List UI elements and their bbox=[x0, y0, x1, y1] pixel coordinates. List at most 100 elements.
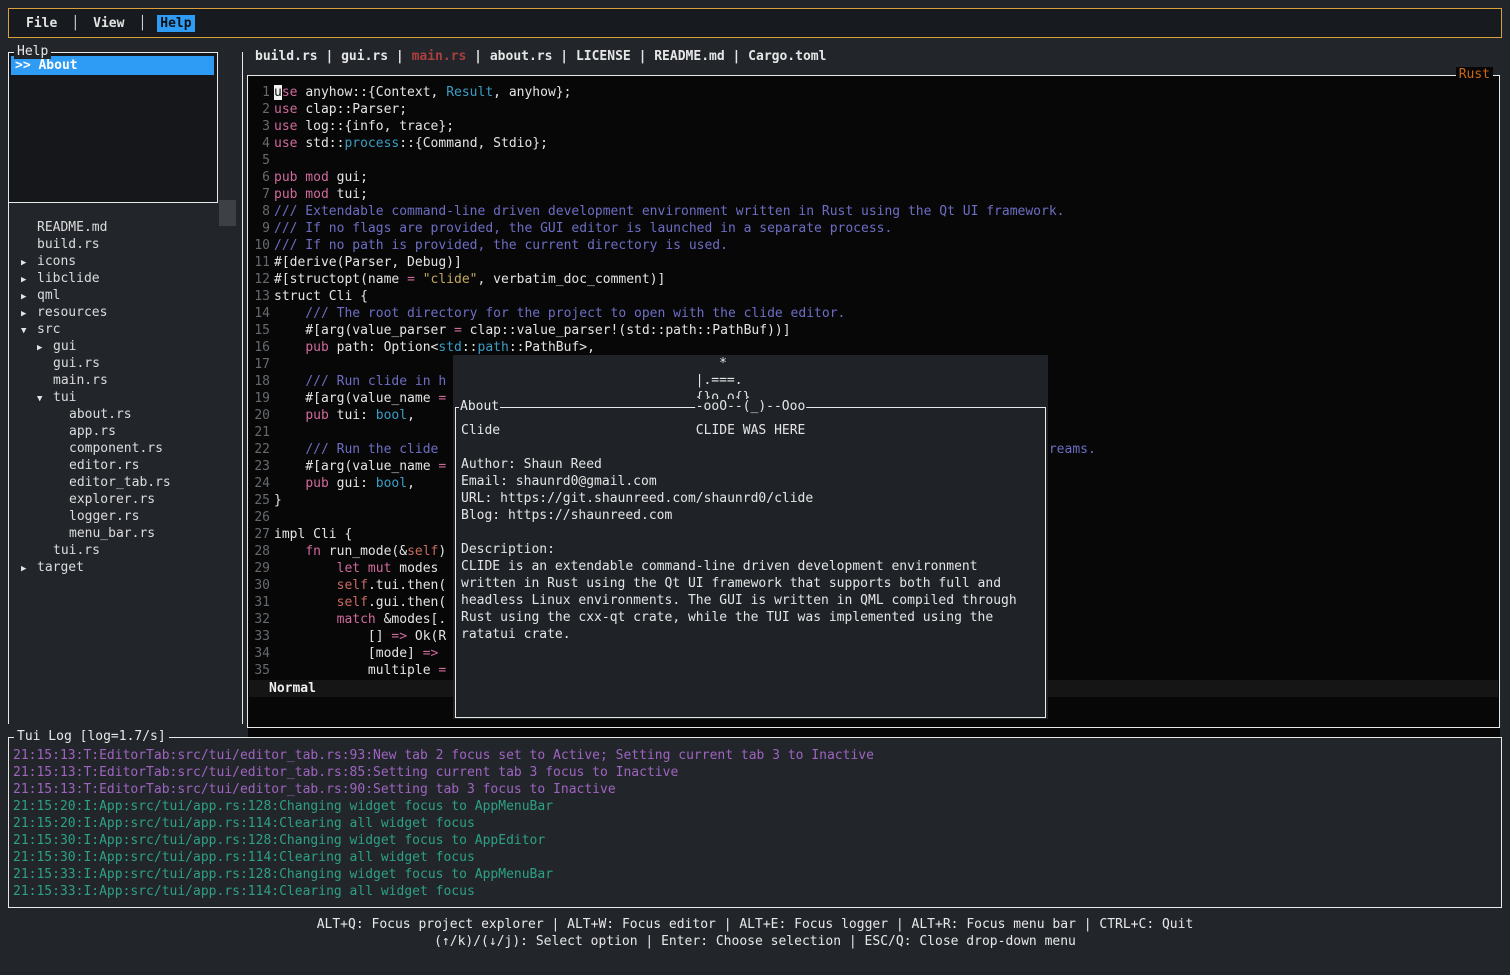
tab-separator: | bbox=[631, 49, 654, 67]
tree-item-src[interactable]: ▼src bbox=[9, 321, 242, 338]
tree-item-about-rs[interactable]: about.rs bbox=[9, 406, 242, 423]
tree-item-readme-md[interactable]: README.md bbox=[9, 219, 242, 236]
code-token: /// Run the clide bbox=[305, 442, 446, 457]
about-popup-line: Email: shaunrd0@gmail.com bbox=[461, 473, 1045, 490]
line-number: 26 bbox=[254, 509, 270, 526]
tree-item-label: component.rs bbox=[69, 441, 163, 456]
code-token: = bbox=[438, 663, 446, 678]
tree-item-target[interactable]: ▶target bbox=[9, 559, 242, 576]
help-dropdown-menu[interactable]: Help >> About bbox=[8, 52, 218, 203]
code-token: #[structopt(name bbox=[274, 272, 407, 287]
code-token: ::PathBuf>, bbox=[509, 340, 595, 355]
tree-item-logger-rs[interactable]: logger.rs bbox=[9, 508, 242, 525]
code-token bbox=[274, 340, 305, 355]
tree-item-resources[interactable]: ▶resources bbox=[9, 304, 242, 321]
tree-item-label: tui bbox=[53, 390, 76, 405]
code-token: anyhow::{Context, bbox=[305, 85, 446, 100]
chevron-right-icon: ▶ bbox=[21, 272, 37, 289]
code-token: gui; bbox=[337, 170, 368, 185]
explorer-scrollbar-thumb[interactable] bbox=[219, 200, 236, 226]
code-token: pub bbox=[305, 408, 336, 423]
line-number: 28 bbox=[254, 543, 270, 560]
line-number: 6 bbox=[254, 169, 270, 186]
tab-cargo-toml[interactable]: Cargo.toml bbox=[748, 49, 826, 67]
tab-gui-rs[interactable]: gui.rs bbox=[341, 49, 388, 67]
editor-tab-bar[interactable]: build.rs | gui.rs | main.rs | about.rs |… bbox=[255, 49, 826, 67]
log-entry-info: 21:15:20:I:App:src/tui/app.rs:128:Changi… bbox=[13, 798, 1501, 815]
keybinding-help-bar: ALT+Q: Focus project explorer | ALT+W: F… bbox=[0, 916, 1510, 950]
code-token: clap::value_parser!(std::path::PathBuf))… bbox=[470, 323, 791, 338]
tree-item-label: resources bbox=[37, 305, 107, 320]
tab-license[interactable]: LICENSE bbox=[576, 49, 631, 67]
tree-item-tui-rs[interactable]: tui.rs bbox=[9, 542, 242, 559]
tui-log-title: Tui Log [log=1.7/s] bbox=[14, 729, 169, 744]
tree-item-label: libclide bbox=[37, 271, 100, 286]
tree-item-editor-tab-rs[interactable]: editor_tab.rs bbox=[9, 474, 242, 491]
tree-item-label: README.md bbox=[37, 220, 107, 235]
code-token: std:: bbox=[305, 136, 344, 151]
code-token bbox=[274, 476, 305, 491]
tree-item-build-rs[interactable]: build.rs bbox=[9, 236, 242, 253]
code-token: [] bbox=[274, 629, 391, 644]
log-entry-trace: 21:15:13:T:EditorTab:src/tui/editor_tab.… bbox=[13, 747, 1501, 764]
tree-item-gui-rs[interactable]: gui.rs bbox=[9, 355, 242, 372]
line-number: 17 bbox=[254, 356, 270, 373]
code-token: pub bbox=[305, 476, 336, 491]
about-popup-line bbox=[461, 524, 1045, 541]
tab-about-rs[interactable]: about.rs bbox=[490, 49, 553, 67]
line-number: 23 bbox=[254, 458, 270, 475]
menu-item-help[interactable]: Help bbox=[157, 15, 194, 32]
code-token: Ok(R bbox=[415, 629, 446, 644]
tree-item-qml[interactable]: ▶qml bbox=[9, 287, 242, 304]
log-entry-info: 21:15:33:I:App:src/tui/app.rs:114:Cleari… bbox=[13, 883, 1501, 900]
tab-build-rs[interactable]: build.rs bbox=[255, 49, 318, 67]
menu-item-view[interactable]: View bbox=[90, 15, 127, 32]
line-number: 7 bbox=[254, 186, 270, 203]
code-token: = bbox=[438, 391, 446, 406]
log-entry-info: 21:15:20:I:App:src/tui/app.rs:114:Cleari… bbox=[13, 815, 1501, 832]
tree-item-main-rs[interactable]: main.rs bbox=[9, 372, 242, 389]
log-entry-trace: 21:15:13:T:EditorTab:src/tui/editor_tab.… bbox=[13, 764, 1501, 781]
about-popup-content: Clide CLIDE WAS HEREAuthor: Shaun ReedEm… bbox=[456, 408, 1045, 643]
code-token: impl Cli { bbox=[274, 527, 352, 542]
code-token: :: bbox=[462, 340, 478, 355]
tree-item-component-rs[interactable]: component.rs bbox=[9, 440, 242, 457]
about-popup-line: Blog: https://shaunreed.com bbox=[461, 507, 1045, 524]
tree-item-editor-rs[interactable]: editor.rs bbox=[9, 457, 242, 474]
tree-item-libclide[interactable]: ▶libclide bbox=[9, 270, 242, 287]
log-entry-trace: 21:15:13:T:EditorTab:src/tui/editor_tab.… bbox=[13, 781, 1501, 798]
tree-item-label: explorer.rs bbox=[69, 492, 155, 507]
tree-item-label: menu_bar.rs bbox=[69, 526, 155, 541]
menu-bar[interactable]: File│View│Help bbox=[8, 8, 1502, 38]
line-number: 22 bbox=[254, 441, 270, 458]
tree-item-label: editor.rs bbox=[69, 458, 139, 473]
tab-readme-md[interactable]: README.md bbox=[654, 49, 724, 67]
menu-item-file[interactable]: File bbox=[23, 15, 60, 32]
code-line-10: 10/// If no path is provided, the curren… bbox=[254, 237, 1499, 254]
code-line-1: 1use anyhow::{Context, Result, anyhow}; bbox=[254, 84, 1499, 101]
tab-main-rs[interactable]: main.rs bbox=[412, 49, 467, 67]
code-token: "clide" bbox=[423, 272, 478, 287]
tree-item-gui[interactable]: ▶gui bbox=[9, 338, 242, 355]
code-token: multiple bbox=[274, 663, 438, 678]
code-token: bool bbox=[376, 476, 407, 491]
keybinding-help-line-1: ALT+Q: Focus project explorer | ALT+W: F… bbox=[0, 916, 1510, 933]
tree-item-label: gui.rs bbox=[53, 356, 100, 371]
tree-item-label: logger.rs bbox=[69, 509, 139, 524]
chevron-right-icon: ▶ bbox=[21, 289, 37, 306]
about-popup-line: Rust using the cxx-qt crate, while the T… bbox=[461, 609, 1045, 626]
code-token bbox=[274, 442, 305, 457]
tree-item-icons[interactable]: ▶icons bbox=[9, 253, 242, 270]
tree-item-app-rs[interactable]: app.rs bbox=[9, 423, 242, 440]
code-token: run_mode(& bbox=[329, 544, 407, 559]
code-token: #[arg(value_name bbox=[274, 391, 438, 406]
keybinding-help-line-2: (↑/k)/(↓/j): Select option | Enter: Choo… bbox=[0, 933, 1510, 950]
code-token: pub bbox=[305, 340, 336, 355]
line-number: 11 bbox=[254, 254, 270, 271]
code-token: .gui.then( bbox=[368, 595, 446, 610]
tree-item-tui[interactable]: ▼tui bbox=[9, 389, 242, 406]
tree-item-explorer-rs[interactable]: explorer.rs bbox=[9, 491, 242, 508]
line-number: 31 bbox=[254, 594, 270, 611]
code-token: Result bbox=[446, 85, 493, 100]
tree-item-menu-bar-rs[interactable]: menu_bar.rs bbox=[9, 525, 242, 542]
